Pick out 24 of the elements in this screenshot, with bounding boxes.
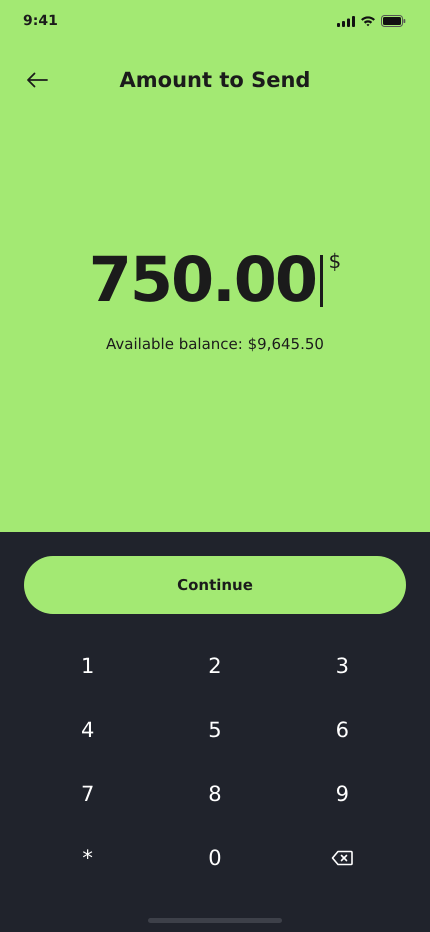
keypad-key[interactable]: 5 [151, 698, 279, 762]
currency-symbol: $ [328, 249, 342, 273]
keypad-key[interactable]: 0 [151, 826, 279, 890]
wifi-icon [360, 15, 376, 27]
back-button[interactable] [24, 70, 50, 90]
keypad-key[interactable]: 3 [278, 634, 406, 698]
keypad-key[interactable]: 7 [24, 762, 152, 826]
screen-title: Amount to Send [120, 68, 310, 92]
status-time: 9:41 [23, 13, 58, 29]
keypad-key[interactable]: 4 [24, 698, 152, 762]
battery-icon [381, 15, 406, 27]
signal-icon [337, 16, 355, 26]
keypad-key[interactable]: 1 [24, 634, 152, 698]
keypad-key[interactable]: 6 [278, 698, 406, 762]
backspace-icon [331, 850, 354, 866]
keypad-key[interactable]: 8 [151, 762, 279, 826]
amount-value: 750.00 [88, 247, 316, 313]
keypad-key[interactable]: * [24, 826, 152, 890]
keypad-key[interactable]: 9 [278, 762, 406, 826]
continue-button[interactable]: Continue [24, 556, 406, 614]
back-arrow-icon [26, 72, 48, 88]
text-cursor [320, 255, 323, 307]
keypad-key[interactable]: 2 [151, 634, 279, 698]
available-balance: Available balance: $9,645.50 [106, 335, 324, 353]
